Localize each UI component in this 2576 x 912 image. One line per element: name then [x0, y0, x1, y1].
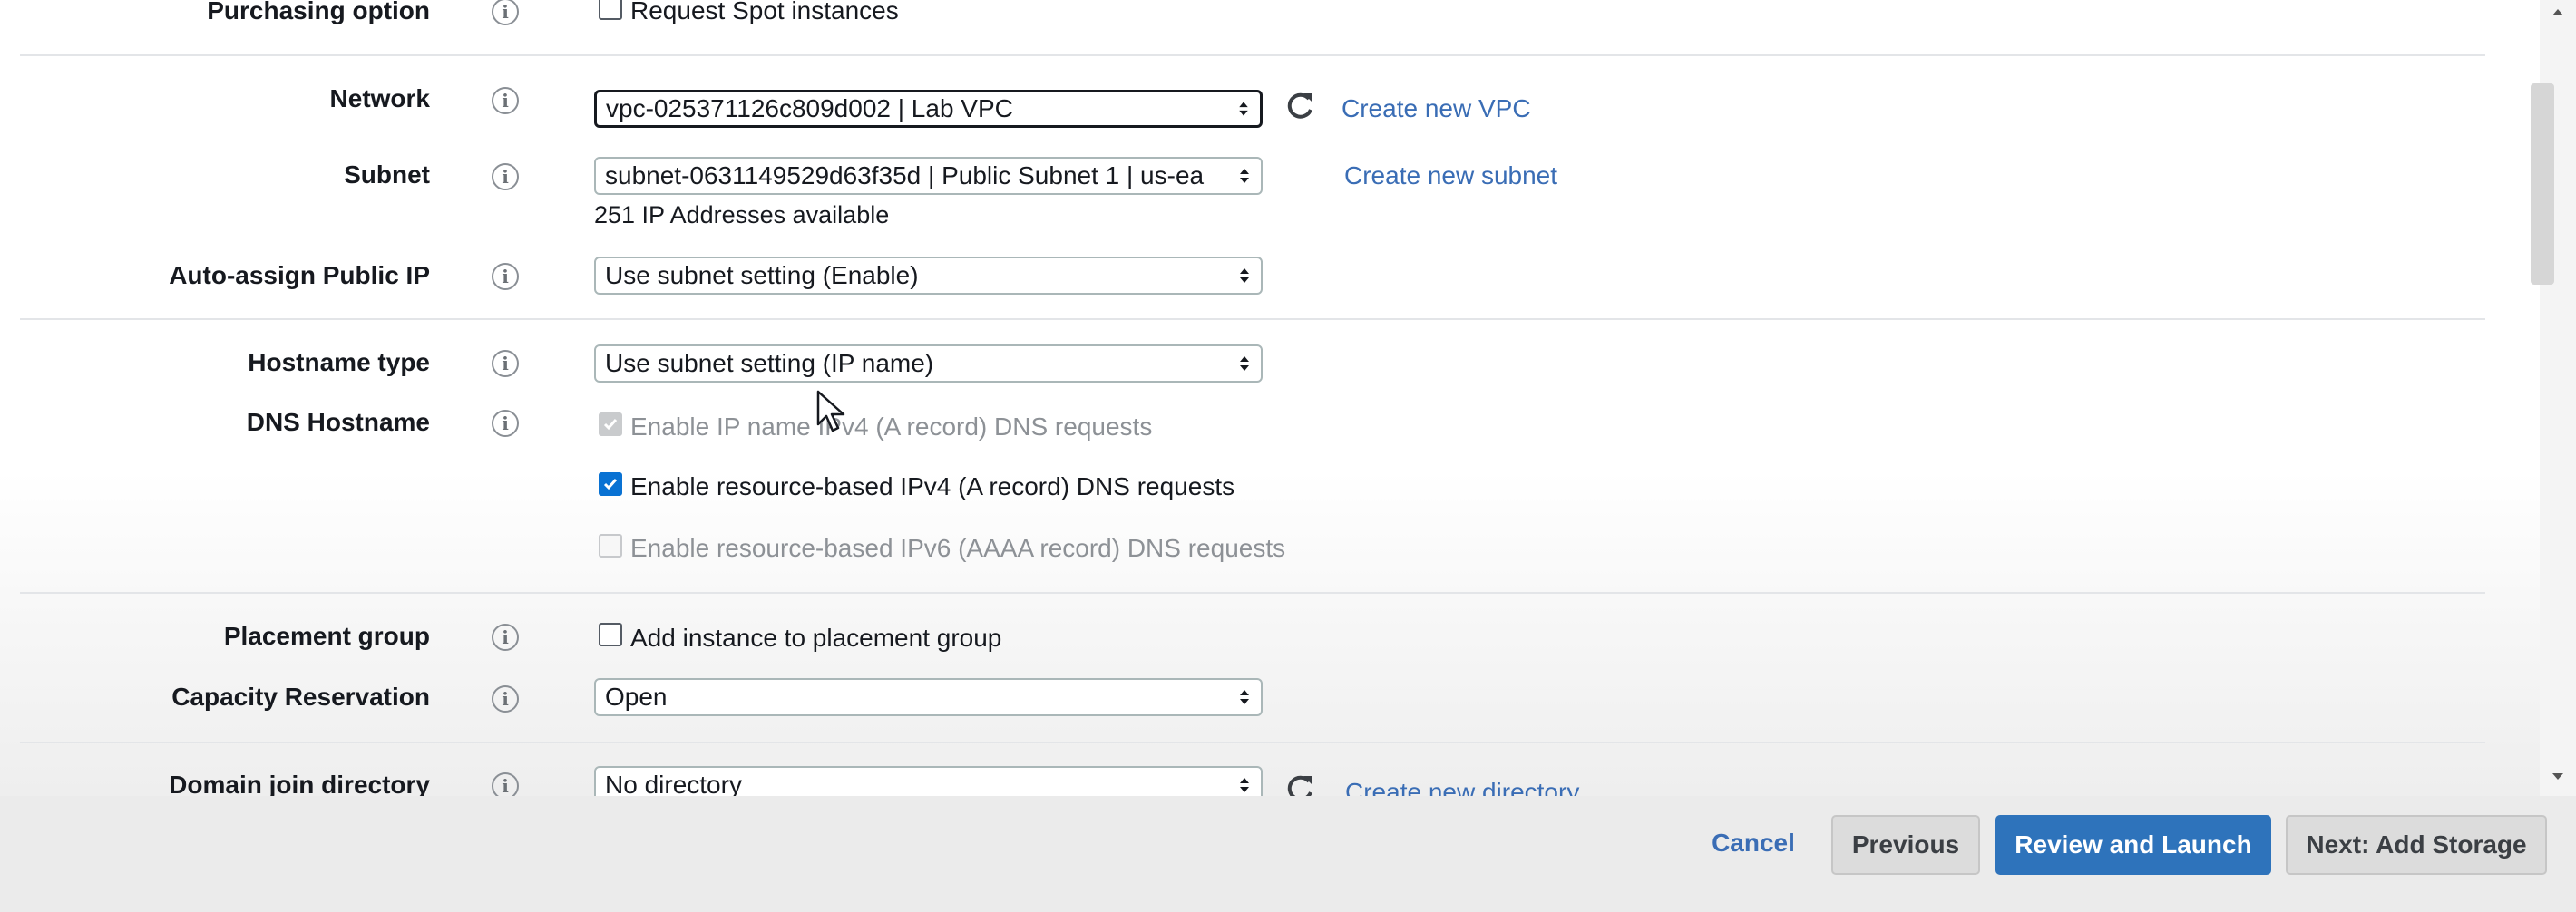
network-select-value: vpc-025371126c809d002 | Lab VPC [606, 94, 1013, 122]
wizard-footer: Cancel Previous Review and Launch Next: … [0, 796, 2576, 912]
hostname-type-select[interactable]: Use subnet setting (IP name) [594, 344, 1263, 383]
mouse-cursor-icon [816, 390, 845, 432]
instance-details-form: Purchasing option i Request Spot instanc… [0, 0, 2540, 796]
select-arrows-icon [1240, 268, 1249, 283]
subnet-select[interactable]: subnet-0631149529d63f35d | Public Subnet… [594, 157, 1263, 195]
scroll-down-arrow-icon[interactable] [2549, 771, 2567, 783]
refresh-icon[interactable] [1282, 88, 1318, 124]
resource-ipv4-label: Enable resource-based IPv4 (A record) DN… [630, 472, 1235, 500]
auto-assign-ip-label: Auto-assign Public IP [169, 261, 430, 289]
resource-ipv6-checkbox[interactable] [599, 534, 622, 558]
ipv4-name-checkbox[interactable] [599, 412, 622, 436]
domain-join-value: No directory [605, 771, 742, 796]
previous-button[interactable]: Previous [1831, 815, 1980, 875]
auto-assign-ip-select[interactable]: Use subnet setting (Enable) [594, 257, 1263, 295]
dns-hostname-label: DNS Hostname [246, 408, 430, 436]
info-icon[interactable]: i [492, 163, 519, 190]
scroll-up-arrow-icon[interactable] [2549, 5, 2567, 18]
review-and-launch-button[interactable]: Review and Launch [1995, 815, 2271, 875]
checkmark-icon [603, 479, 618, 490]
ipv4-name-label: Enable IP name IPv4 (A record) DNS reque… [630, 412, 1153, 441]
auto-assign-ip-value: Use subnet setting (Enable) [605, 261, 919, 289]
purchasing-option-label: Purchasing option [207, 0, 430, 24]
capacity-reservation-select[interactable]: Open [594, 678, 1263, 716]
section-divider [20, 742, 2485, 743]
create-new-vpc-link[interactable]: Create new VPC [1342, 94, 1531, 123]
request-spot-checkbox[interactable] [599, 0, 622, 20]
info-icon[interactable]: i [492, 410, 519, 437]
hostname-type-label: Hostname type [248, 348, 430, 376]
subnet-select-value: subnet-0631149529d63f35d | Public Subnet… [605, 161, 1205, 189]
scrollbar-thumb[interactable] [2531, 83, 2554, 285]
hostname-type-value: Use subnet setting (IP name) [605, 349, 934, 377]
next-add-storage-button[interactable]: Next: Add Storage [2286, 815, 2547, 875]
info-icon[interactable]: i [492, 685, 519, 713]
info-icon[interactable]: i [492, 263, 519, 290]
resource-ipv6-label: Enable resource-based IPv6 (AAAA record)… [630, 534, 1286, 562]
select-arrows-icon [1240, 169, 1249, 183]
info-icon[interactable]: i [492, 0, 519, 25]
info-icon[interactable]: i [492, 350, 519, 377]
select-arrows-icon [1240, 690, 1249, 704]
checkmark-icon [603, 419, 618, 431]
placement-group-label: Placement group [223, 622, 430, 650]
domain-join-select[interactable]: No directory [594, 766, 1263, 796]
info-icon[interactable]: i [492, 772, 519, 796]
subnet-label: Subnet [344, 160, 430, 189]
select-arrows-icon [1240, 356, 1249, 371]
section-divider [20, 318, 2485, 320]
create-new-directory-link[interactable]: Create new directory [1345, 778, 1579, 796]
capacity-reservation-label: Capacity Reservation [171, 683, 430, 711]
network-select[interactable]: vpc-025371126c809d002 | Lab VPC [594, 90, 1263, 128]
placement-group-checkbox[interactable] [599, 623, 622, 646]
create-new-subnet-link[interactable]: Create new subnet [1344, 161, 1557, 190]
section-divider [20, 54, 2485, 56]
info-icon[interactable]: i [492, 624, 519, 651]
cancel-button[interactable]: Cancel [1703, 815, 1803, 875]
capacity-reservation-value: Open [605, 683, 668, 711]
info-icon[interactable]: i [492, 87, 519, 114]
request-spot-label: Request Spot instances [630, 0, 899, 24]
refresh-icon[interactable] [1282, 771, 1318, 796]
select-arrows-icon [1240, 778, 1249, 792]
section-divider [20, 592, 2485, 594]
ip-available-text: 251 IP Addresses available [594, 201, 890, 228]
domain-join-label: Domain join directory [169, 771, 430, 796]
select-arrows-icon [1239, 102, 1248, 116]
network-label: Network [329, 84, 430, 112]
resource-ipv4-checkbox[interactable] [599, 472, 622, 496]
placement-group-checkbox-label: Add instance to placement group [630, 624, 1002, 652]
